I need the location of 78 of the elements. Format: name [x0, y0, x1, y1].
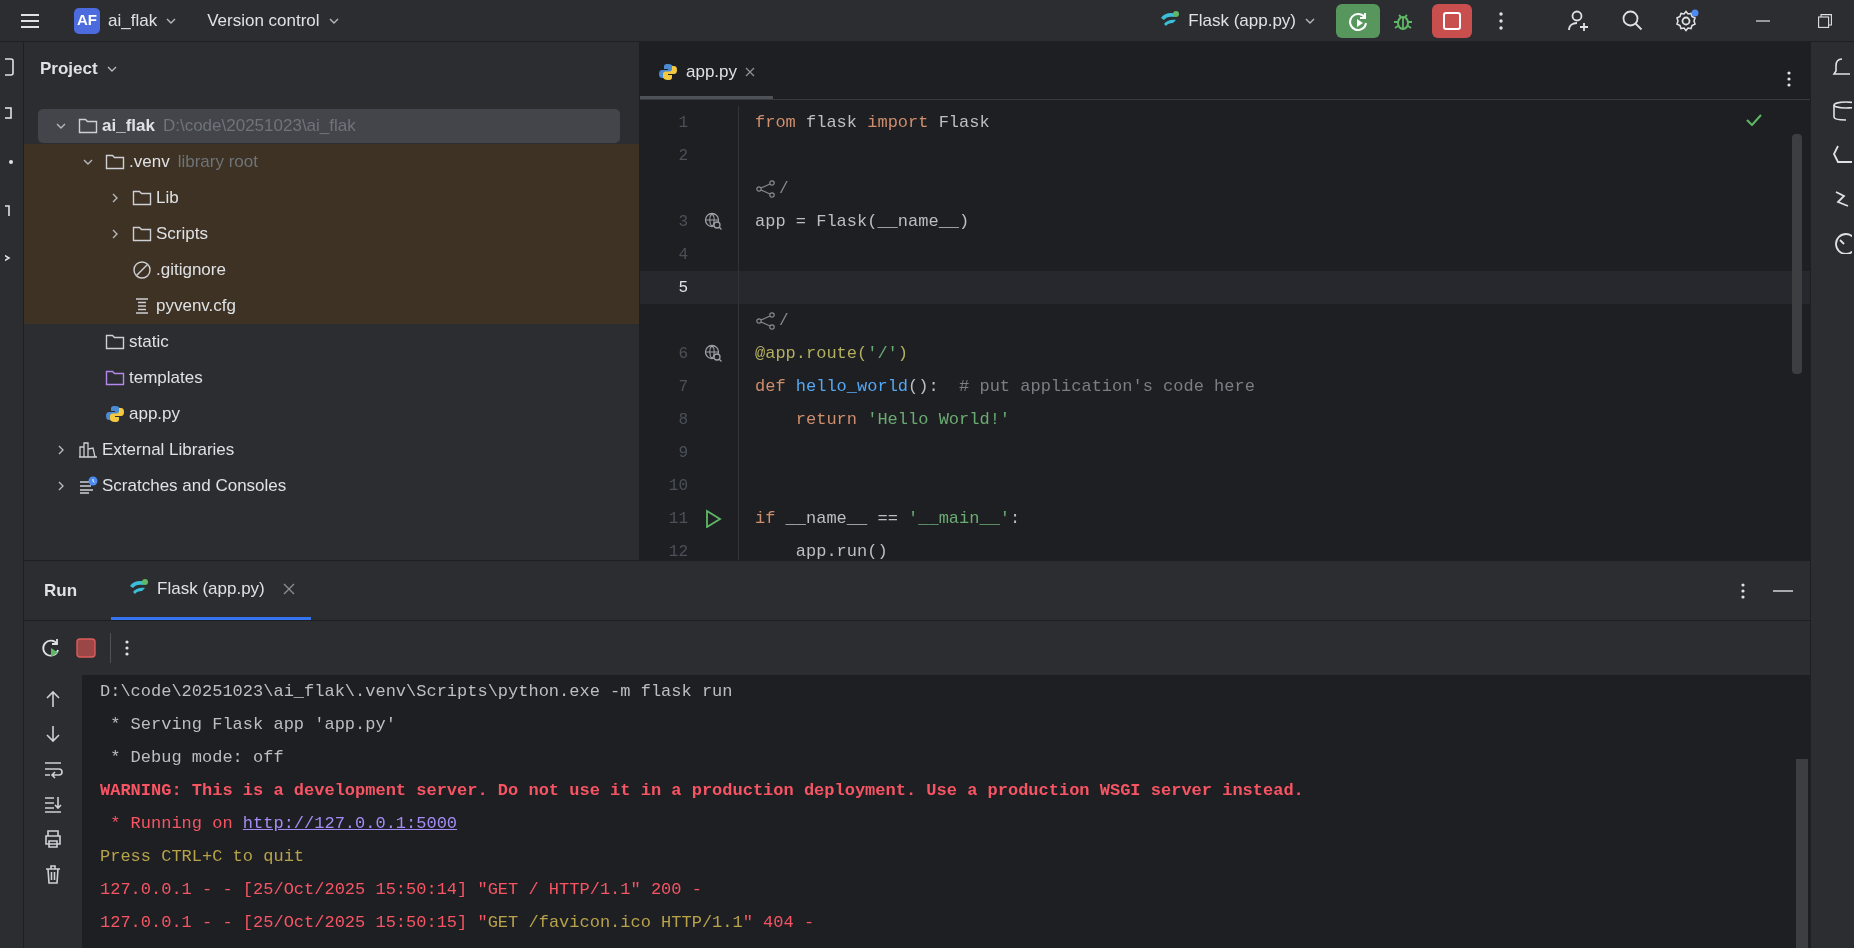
console-text: 127.0.0.1 - - [25/Oct/2025 15:50:14] "GET / HTTP/1.1" 200 -: [100, 878, 702, 901]
route-hint[interactable]: /: [755, 308, 789, 333]
console-text: Press CTRL+C to quit: [100, 845, 305, 868]
endpoint-icon[interactable]: [704, 212, 723, 231]
tree-item[interactable]: Scratches and Consoles: [38, 469, 287, 503]
minimize-icon: [1773, 589, 1793, 592]
run-tab[interactable]: Flask (app.py): [111, 561, 311, 620]
rerun-button[interactable]: [1336, 3, 1380, 38]
code-line: app.run(): [794, 540, 888, 560]
soft-wrap-icon[interactable]: [43, 759, 63, 779]
tree-item[interactable]: app.py: [38, 397, 181, 431]
console-text: * Debug mode: off: [109, 746, 284, 769]
panel-title: Run: [44, 579, 78, 602]
vcs-menu[interactable]: Version control: [203, 5, 344, 36]
console-text: GET /favicon.ico HTTP/1.1: [487, 911, 743, 934]
code-line: app = Flask(__name__): [755, 210, 970, 233]
close-icon[interactable]: [745, 66, 756, 77]
run-configuration[interactable]: Flask (app.py): [1152, 4, 1322, 37]
ignore-file-icon: [132, 260, 152, 280]
scroll-to-end-icon[interactable]: [43, 794, 63, 814]
console-text: * Running on: [109, 812, 234, 835]
add-user-icon: [1567, 8, 1591, 33]
stop-button[interactable]: [1432, 3, 1472, 38]
endpoint-icon[interactable]: [704, 344, 723, 363]
more-icon: [1741, 581, 1745, 600]
folder-icon: [132, 188, 152, 208]
folder-icon: [132, 224, 152, 244]
console-text: * Serving Flask app 'app.py': [109, 713, 396, 736]
share-icon: [755, 179, 777, 198]
tool-window-icon[interactable]: [1831, 144, 1852, 166]
console-text: " 404 -: [742, 911, 815, 934]
down-arrow-icon[interactable]: [43, 724, 63, 744]
scrollbar[interactable]: [1792, 134, 1802, 374]
libraries-icon: [78, 440, 98, 460]
more-icon: [1499, 10, 1503, 31]
console-text: WARNING: This is a development server. Do not use it in a production deployment. Use a production WSGI server instead.: [100, 779, 1304, 802]
folder-icon: [105, 368, 125, 388]
project-badge: AF: [74, 7, 100, 34]
search-icon: [1621, 8, 1645, 33]
code-line: from flask import Flask: [755, 111, 990, 134]
stop-icon[interactable]: [76, 638, 96, 658]
stop-icon: [1442, 10, 1462, 31]
more-icon[interactable]: [125, 639, 129, 657]
tool-window-icon[interactable]: [1831, 100, 1852, 122]
close-icon[interactable]: [282, 583, 295, 595]
scrollbar[interactable]: [1796, 759, 1808, 948]
code-line: return 'Hello World!': [794, 408, 1011, 431]
scratches-icon: [78, 476, 98, 496]
more-icon: [1787, 70, 1791, 88]
code-line: @app.route('/'): [755, 342, 909, 365]
project-view-menu[interactable]: Project: [24, 42, 132, 96]
share-icon: [755, 311, 777, 330]
settings-icon: [1675, 8, 1699, 33]
python-file-icon: [105, 404, 125, 424]
project-switcher[interactable]: AF ai_flak: [70, 5, 182, 36]
trash-icon[interactable]: [43, 864, 63, 884]
tool-window-icon[interactable]: [1831, 56, 1852, 78]
console-text: 127.0.0.1 - - [25/Oct/2025 15:50:15] ": [100, 911, 488, 934]
python-file-icon: [658, 61, 678, 82]
console-text: D:\code\20251023\ai_flak\.venv\Scripts\python.exe -m flask run: [100, 680, 733, 703]
run-icon[interactable]: [704, 509, 723, 528]
console-link[interactable]: http://127.0.0.1:5000: [242, 810, 458, 837]
line-number: 5: [677, 277, 689, 299]
tree-item[interactable]: External Libraries: [38, 433, 235, 467]
folder-icon: [105, 332, 125, 352]
rerun-icon[interactable]: [40, 637, 62, 659]
check-icon: [1746, 114, 1762, 126]
code-line: if __name__ == '__main__':: [755, 507, 1021, 530]
restore-icon: [1818, 13, 1832, 28]
route-hint[interactable]: /: [755, 176, 789, 201]
folder-icon: [105, 152, 125, 172]
folder-icon: [78, 116, 98, 136]
code-line: def hello_world(): # put application's code here: [755, 375, 1255, 398]
print-icon[interactable]: [43, 829, 63, 849]
minimize-icon: [1756, 19, 1770, 22]
tree-item[interactable]: templates: [38, 361, 203, 395]
editor-tab[interactable]: app.py: [640, 47, 774, 99]
tree-item[interactable]: static: [38, 325, 169, 359]
